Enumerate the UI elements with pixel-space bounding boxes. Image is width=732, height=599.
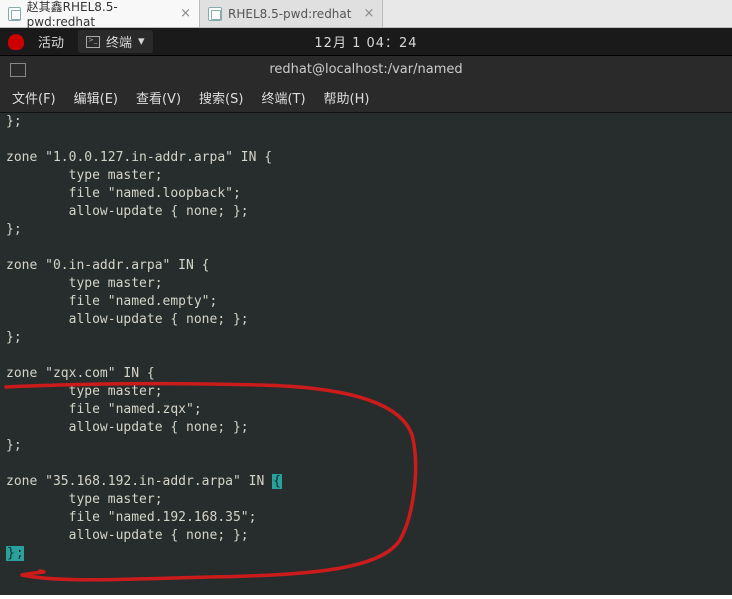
menu-help[interactable]: 帮助(H) [324,88,370,107]
browser-tab-strip: 赵其鑫RHEL8.5-pwd:redhat × RHEL8.5-pwd:redh… [0,0,732,28]
terminal-window-title-bar: redhat@localhost:/var/named [0,55,732,83]
window-icon [10,63,26,77]
terminal-menubar: 文件(F) 编辑(E) 查看(V) 搜索(S) 终端(T) 帮助(H) [0,83,732,113]
terminal-window-title: redhat@localhost:/var/named [269,62,462,77]
menu-file[interactable]: 文件(F) [12,88,56,107]
vm-icon [208,7,222,21]
terminal-body[interactable]: }; zone "1.0.0.127.in-addr.arpa" IN { ty… [0,113,732,595]
menu-search[interactable]: 搜索(S) [199,88,243,107]
close-icon[interactable]: × [180,6,191,21]
menu-terminal[interactable]: 终端(T) [261,88,305,107]
close-icon[interactable]: × [363,6,374,21]
vm-icon [8,7,21,21]
redhat-logo-icon [8,34,24,50]
active-app-indicator[interactable]: 终端 ▾ [78,30,153,53]
browser-tab-inactive[interactable]: RHEL8.5-pwd:redhat × [200,0,383,27]
browser-tab-label: 赵其鑫RHEL8.5-pwd:redhat [27,0,168,29]
menu-view[interactable]: 查看(V) [136,88,181,107]
gnome-top-bar: 活动 终端 ▾ 12月 1 04：24 [0,28,732,55]
active-app-label: 终端 [106,32,132,51]
menu-edit[interactable]: 编辑(E) [74,88,118,107]
chevron-down-icon: ▾ [138,34,145,49]
terminal-icon [86,36,100,48]
browser-tab-active[interactable]: 赵其鑫RHEL8.5-pwd:redhat × [0,0,200,27]
browser-tab-label: RHEL8.5-pwd:redhat [228,7,351,21]
activities-button[interactable]: 活动 [38,32,64,51]
